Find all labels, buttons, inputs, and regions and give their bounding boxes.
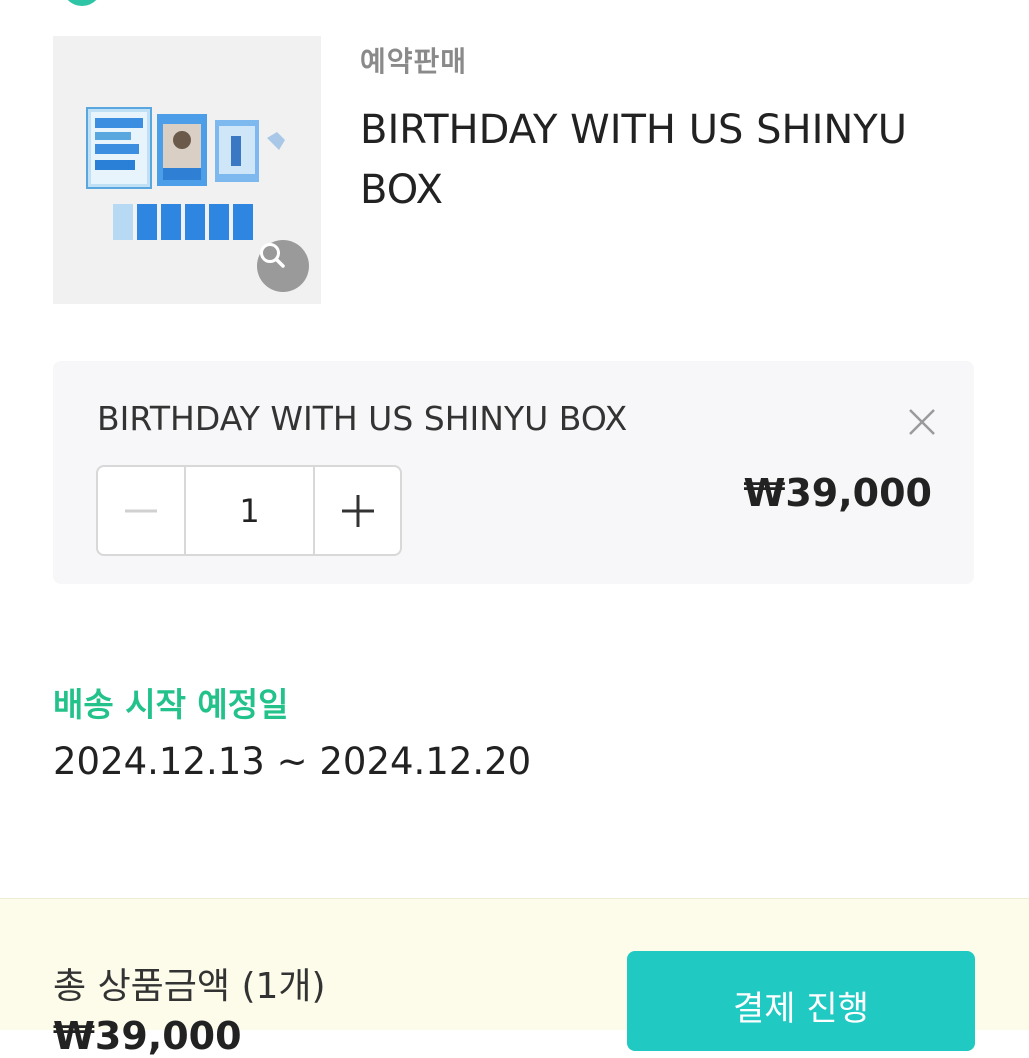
total-price: ₩39,000 [53,1014,242,1058]
shipping-date-range: 2024.12.13 ~ 2024.12.20 [53,740,532,783]
zoom-button[interactable] [257,240,309,292]
close-icon [909,409,935,435]
increase-quantity-button[interactable] [313,467,400,554]
quantity-stepper: 1 [96,465,402,556]
quantity-field[interactable]: 1 [186,467,313,554]
remove-option-button[interactable] [905,405,939,439]
selected-option-box: BIRTHDAY WITH US SHINYU BOX 1 ₩39,000 [53,361,974,584]
checkout-button[interactable]: 결제 진행 [627,951,975,1051]
product-thumbnail[interactable] [53,36,321,304]
decrease-quantity-button[interactable] [98,467,186,554]
total-label: 총 상품금액 (1개) [53,966,326,1007]
minus-icon [125,509,157,512]
plus-icon [341,494,374,527]
brand-logo[interactable] [62,0,102,6]
option-price: ₩39,000 [743,471,932,515]
option-name: BIRTHDAY WITH US SHINYU BOX [97,399,628,438]
product-title: BIRTHDAY WITH US SHINYU BOX [360,107,907,213]
order-footer: 총 상품금액 (1개) ₩39,000 결제 진행 [0,898,1029,1058]
magnifier-icon [260,243,285,268]
shipping-label: 배송 시작 예정일 [53,685,289,724]
sale-type-label: 예약판매 [360,45,468,78]
